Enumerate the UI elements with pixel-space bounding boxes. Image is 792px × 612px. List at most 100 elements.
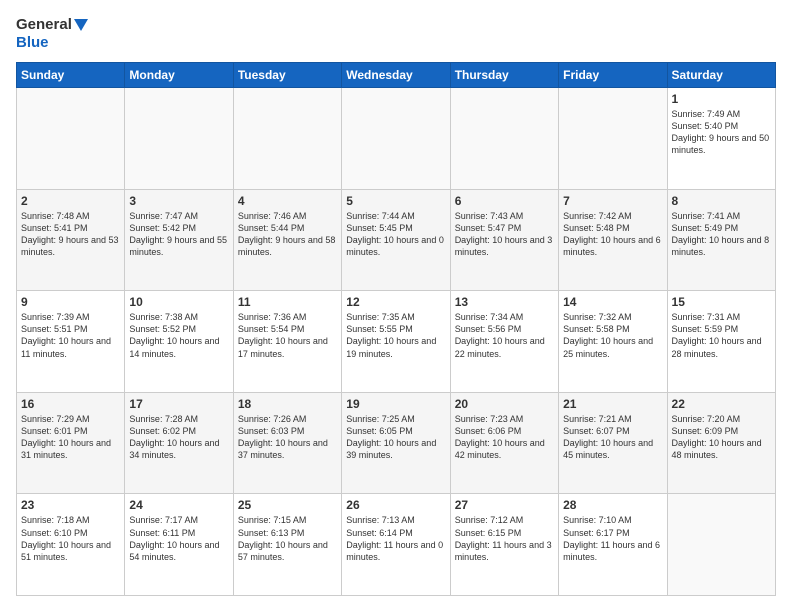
logo-blue: Blue <box>16 34 88 52</box>
calendar-cell <box>17 88 125 190</box>
day-info: Sunrise: 7:23 AM Sunset: 6:06 PM Dayligh… <box>455 413 554 462</box>
calendar-cell: 1 Sunrise: 7:49 AM Sunset: 5:40 PM Daylig… <box>667 88 775 190</box>
day-info: Sunrise: 7:20 AM Sunset: 6:09 PM Dayligh… <box>672 413 771 462</box>
day-info: Sunrise: 7:38 AM Sunset: 5:52 PM Dayligh… <box>129 311 228 360</box>
calendar-row-2: 9 Sunrise: 7:39 AM Sunset: 5:51 PM Daylig… <box>17 291 776 393</box>
day-info: Sunrise: 7:15 AM Sunset: 6:13 PM Dayligh… <box>238 514 337 563</box>
calendar-cell: 20 Sunrise: 7:23 AM Sunset: 6:06 PM Dayli… <box>450 392 558 494</box>
calendar-cell: 23 Sunrise: 7:18 AM Sunset: 6:10 PM Dayli… <box>17 494 125 596</box>
calendar-cell: 6 Sunrise: 7:43 AM Sunset: 5:47 PM Daylig… <box>450 189 558 291</box>
calendar-row-0: 1 Sunrise: 7:49 AM Sunset: 5:40 PM Daylig… <box>17 88 776 190</box>
day-info: Sunrise: 7:49 AM Sunset: 5:40 PM Dayligh… <box>672 108 771 157</box>
day-info: Sunrise: 7:13 AM Sunset: 6:14 PM Dayligh… <box>346 514 445 563</box>
day-number: 14 <box>563 295 662 309</box>
calendar-cell <box>559 88 667 190</box>
calendar-cell: 26 Sunrise: 7:13 AM Sunset: 6:14 PM Dayli… <box>342 494 450 596</box>
day-info: Sunrise: 7:31 AM Sunset: 5:59 PM Dayligh… <box>672 311 771 360</box>
calendar-cell: 4 Sunrise: 7:46 AM Sunset: 5:44 PM Daylig… <box>233 189 341 291</box>
col-saturday: Saturday <box>667 63 775 88</box>
day-number: 5 <box>346 194 445 208</box>
day-info: Sunrise: 7:26 AM Sunset: 6:03 PM Dayligh… <box>238 413 337 462</box>
col-sunday: Sunday <box>17 63 125 88</box>
logo: General Blue <box>16 16 88 52</box>
day-number: 20 <box>455 397 554 411</box>
day-number: 24 <box>129 498 228 512</box>
calendar-cell: 2 Sunrise: 7:48 AM Sunset: 5:41 PM Daylig… <box>17 189 125 291</box>
calendar-table: Sunday Monday Tuesday Wednesday Thursday… <box>16 62 776 596</box>
day-info: Sunrise: 7:28 AM Sunset: 6:02 PM Dayligh… <box>129 413 228 462</box>
calendar-cell: 22 Sunrise: 7:20 AM Sunset: 6:09 PM Dayli… <box>667 392 775 494</box>
day-info: Sunrise: 7:25 AM Sunset: 6:05 PM Dayligh… <box>346 413 445 462</box>
page: General Blue Sunday Monday Tuesday Wedne… <box>0 0 792 612</box>
day-info: Sunrise: 7:48 AM Sunset: 5:41 PM Dayligh… <box>21 210 120 259</box>
day-number: 3 <box>129 194 228 208</box>
calendar-cell: 10 Sunrise: 7:38 AM Sunset: 5:52 PM Dayli… <box>125 291 233 393</box>
day-number: 11 <box>238 295 337 309</box>
calendar-cell: 3 Sunrise: 7:47 AM Sunset: 5:42 PM Daylig… <box>125 189 233 291</box>
col-monday: Monday <box>125 63 233 88</box>
logo-general: General <box>16 16 88 34</box>
calendar-cell: 7 Sunrise: 7:42 AM Sunset: 5:48 PM Daylig… <box>559 189 667 291</box>
day-number: 7 <box>563 194 662 208</box>
day-info: Sunrise: 7:35 AM Sunset: 5:55 PM Dayligh… <box>346 311 445 360</box>
day-number: 22 <box>672 397 771 411</box>
day-info: Sunrise: 7:42 AM Sunset: 5:48 PM Dayligh… <box>563 210 662 259</box>
day-number: 8 <box>672 194 771 208</box>
day-info: Sunrise: 7:39 AM Sunset: 5:51 PM Dayligh… <box>21 311 120 360</box>
day-number: 13 <box>455 295 554 309</box>
col-tuesday: Tuesday <box>233 63 341 88</box>
day-number: 1 <box>672 92 771 106</box>
calendar-header-row: Sunday Monday Tuesday Wednesday Thursday… <box>17 63 776 88</box>
calendar-cell: 13Sunrise: 7:34 AM Sunset: 5:56 PM Dayli… <box>450 291 558 393</box>
calendar-cell: 27 Sunrise: 7:12 AM Sunset: 6:15 PM Dayli… <box>450 494 558 596</box>
calendar-cell: 5 Sunrise: 7:44 AM Sunset: 5:45 PM Daylig… <box>342 189 450 291</box>
day-number: 15 <box>672 295 771 309</box>
day-number: 25 <box>238 498 337 512</box>
day-number: 16 <box>21 397 120 411</box>
calendar-cell <box>450 88 558 190</box>
calendar-cell: 15 Sunrise: 7:31 AM Sunset: 5:59 PM Dayli… <box>667 291 775 393</box>
day-number: 2 <box>21 194 120 208</box>
day-number: 23 <box>21 498 120 512</box>
day-number: 27 <box>455 498 554 512</box>
day-info: Sunrise: 7:17 AM Sunset: 6:11 PM Dayligh… <box>129 514 228 563</box>
day-info: Sunrise: 7:12 AM Sunset: 6:15 PM Dayligh… <box>455 514 554 563</box>
day-number: 21 <box>563 397 662 411</box>
day-number: 4 <box>238 194 337 208</box>
day-number: 12 <box>346 295 445 309</box>
calendar-cell: 9 Sunrise: 7:39 AM Sunset: 5:51 PM Daylig… <box>17 291 125 393</box>
day-number: 17 <box>129 397 228 411</box>
calendar-cell: 16Sunrise: 7:29 AM Sunset: 6:01 PM Dayli… <box>17 392 125 494</box>
day-info: Sunrise: 7:47 AM Sunset: 5:42 PM Dayligh… <box>129 210 228 259</box>
calendar-cell <box>342 88 450 190</box>
col-friday: Friday <box>559 63 667 88</box>
day-number: 10 <box>129 295 228 309</box>
calendar-cell <box>233 88 341 190</box>
calendar-cell: 17 Sunrise: 7:28 AM Sunset: 6:02 PM Dayli… <box>125 392 233 494</box>
header: General Blue <box>16 16 776 52</box>
day-info: Sunrise: 7:36 AM Sunset: 5:54 PM Dayligh… <box>238 311 337 360</box>
day-number: 18 <box>238 397 337 411</box>
col-wednesday: Wednesday <box>342 63 450 88</box>
day-number: 6 <box>455 194 554 208</box>
calendar-row-1: 2 Sunrise: 7:48 AM Sunset: 5:41 PM Daylig… <box>17 189 776 291</box>
calendar-cell: 12 Sunrise: 7:35 AM Sunset: 5:55 PM Dayli… <box>342 291 450 393</box>
day-info: Sunrise: 7:41 AM Sunset: 5:49 PM Dayligh… <box>672 210 771 259</box>
calendar-cell: 19Sunrise: 7:25 AM Sunset: 6:05 PM Dayli… <box>342 392 450 494</box>
day-info: Sunrise: 7:18 AM Sunset: 6:10 PM Dayligh… <box>21 514 120 563</box>
calendar-cell: 14Sunrise: 7:32 AM Sunset: 5:58 PM Dayli… <box>559 291 667 393</box>
day-info: Sunrise: 7:46 AM Sunset: 5:44 PM Dayligh… <box>238 210 337 259</box>
day-number: 28 <box>563 498 662 512</box>
calendar-cell <box>667 494 775 596</box>
calendar-cell: 28 Sunrise: 7:10 AM Sunset: 6:17 PM Dayli… <box>559 494 667 596</box>
day-info: Sunrise: 7:10 AM Sunset: 6:17 PM Dayligh… <box>563 514 662 563</box>
day-number: 9 <box>21 295 120 309</box>
calendar-cell: 24 Sunrise: 7:17 AM Sunset: 6:11 PM Dayli… <box>125 494 233 596</box>
day-info: Sunrise: 7:43 AM Sunset: 5:47 PM Dayligh… <box>455 210 554 259</box>
day-number: 26 <box>346 498 445 512</box>
calendar-cell: 21Sunrise: 7:21 AM Sunset: 6:07 PM Dayli… <box>559 392 667 494</box>
col-thursday: Thursday <box>450 63 558 88</box>
day-info: Sunrise: 7:44 AM Sunset: 5:45 PM Dayligh… <box>346 210 445 259</box>
calendar-cell <box>125 88 233 190</box>
calendar-cell: 8 Sunrise: 7:41 AM Sunset: 5:49 PM Daylig… <box>667 189 775 291</box>
